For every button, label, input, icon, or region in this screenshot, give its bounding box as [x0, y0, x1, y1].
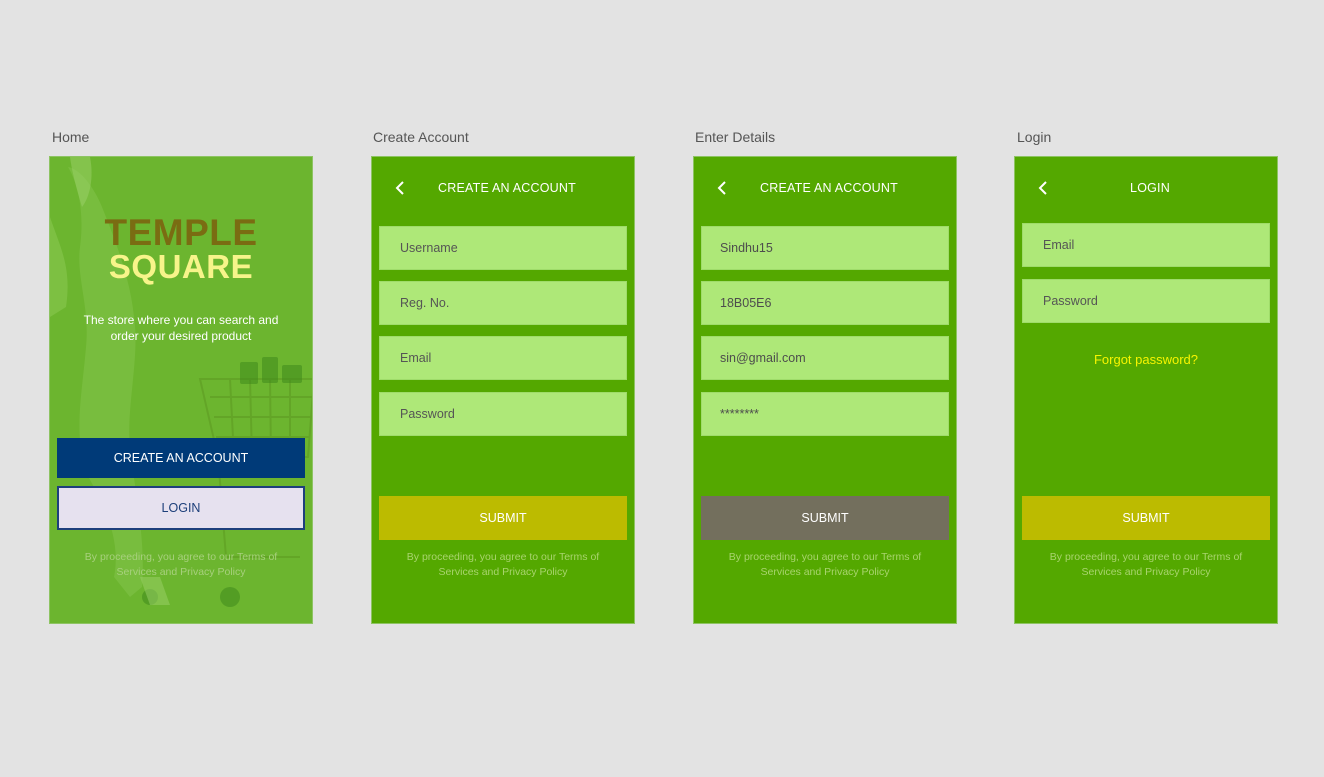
chevron-left-icon: [717, 181, 726, 195]
reg-no-field[interactable]: Reg. No.: [379, 281, 627, 325]
email-field[interactable]: Email: [379, 336, 627, 380]
screen-header: LOGIN: [1015, 177, 1277, 199]
back-button[interactable]: [1033, 177, 1053, 199]
brand-title-square: SQUARE: [108, 248, 254, 285]
screen-header: CREATE AN ACCOUNT: [694, 177, 956, 199]
tagline: The store where you can search and order…: [83, 313, 279, 343]
screen-title: LOGIN: [1130, 181, 1170, 195]
password-field[interactable]: ********: [701, 392, 949, 436]
create-account-button[interactable]: CREATE AN ACCOUNT: [57, 438, 305, 478]
username-field[interactable]: Username: [379, 226, 627, 270]
artboard-label-home: Home: [52, 129, 90, 145]
forgot-password-link[interactable]: Forgot password?: [1015, 352, 1277, 367]
legal-notice: By proceeding, you agree to our Terms of…: [1049, 551, 1243, 578]
email-field[interactable]: sin@gmail.com: [701, 336, 949, 380]
reg-no-field[interactable]: 18B05E6: [701, 281, 949, 325]
screen-title: CREATE AN ACCOUNT: [760, 181, 898, 195]
submit-button[interactable]: SUBMIT: [701, 496, 949, 540]
back-button[interactable]: [390, 177, 410, 199]
screen-title: CREATE AN ACCOUNT: [438, 181, 576, 195]
submit-button[interactable]: SUBMIT: [379, 496, 627, 540]
login-screen: LOGIN Email Password Forgot password? SU…: [1014, 156, 1278, 624]
legal-notice: By proceeding, you agree to our Terms of…: [84, 551, 278, 578]
login-button[interactable]: LOGIN: [57, 486, 305, 530]
artboard-label-login: Login: [1017, 129, 1052, 145]
submit-button[interactable]: SUBMIT: [1022, 496, 1270, 540]
password-field[interactable]: Password: [379, 392, 627, 436]
screen-header: CREATE AN ACCOUNT: [372, 177, 634, 199]
home-screen: TEMPLE SQUARE The store where you can se…: [49, 156, 313, 624]
artboard-label-create-account: Create Account: [373, 129, 469, 145]
password-field[interactable]: Password: [1022, 279, 1270, 323]
username-field[interactable]: Sindhu15: [701, 226, 949, 270]
artboard-label-enter-details: Enter Details: [695, 129, 776, 145]
create-account-screen: CREATE AN ACCOUNT Username Reg. No. Emai…: [371, 156, 635, 624]
email-field[interactable]: Email: [1022, 223, 1270, 267]
legal-notice: By proceeding, you agree to our Terms of…: [406, 551, 600, 578]
back-button[interactable]: [712, 177, 732, 199]
chevron-left-icon: [395, 181, 404, 195]
enter-details-screen: CREATE AN ACCOUNT Sindhu15 18B05E6 sin@g…: [693, 156, 957, 624]
chevron-left-icon: [1038, 181, 1047, 195]
legal-notice: By proceeding, you agree to our Terms of…: [728, 551, 922, 578]
